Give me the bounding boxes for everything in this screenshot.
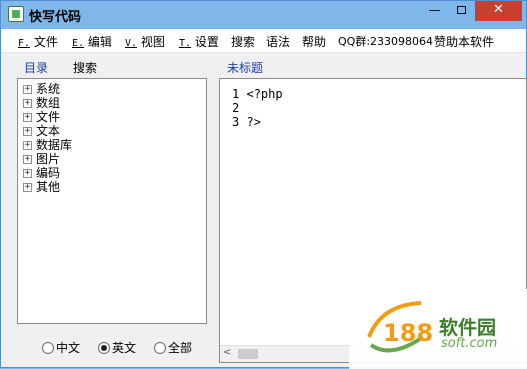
- expand-icon[interactable]: +: [23, 182, 32, 192]
- code-line[interactable]: 2: [232, 101, 246, 115]
- radio-chinese[interactable]: 中文: [42, 339, 80, 356]
- tree-item-label: 数据库: [36, 138, 73, 152]
- scroll-thumb[interactable]: [238, 349, 258, 359]
- menu-edit-mnemonic: E.: [72, 38, 85, 49]
- tree-item-image[interactable]: + 图片: [23, 152, 60, 166]
- radio-all-label: 全部: [168, 341, 193, 355]
- menu-settings-label: 设置: [194, 35, 219, 49]
- app-icon: [8, 6, 24, 22]
- menu-view-mnemonic: V.: [125, 38, 138, 49]
- tab-directory[interactable]: 目录: [24, 59, 48, 76]
- expand-icon[interactable]: +: [23, 84, 32, 94]
- radio-chinese-label: 中文: [56, 341, 81, 355]
- menu-edit[interactable]: E. 编辑: [72, 33, 112, 50]
- menu-view-label: 视图: [140, 35, 165, 49]
- expand-icon[interactable]: +: [23, 112, 32, 122]
- code-line[interactable]: 1 <?php: [232, 87, 283, 101]
- minimize-button[interactable]: —: [421, 1, 448, 21]
- line-number: 3: [232, 115, 240, 129]
- menu-help[interactable]: 帮助: [302, 33, 326, 50]
- editor-tab-title[interactable]: 未标题: [227, 59, 263, 76]
- menu-search[interactable]: 搜索: [231, 33, 255, 50]
- expand-icon[interactable]: +: [23, 168, 32, 178]
- tree-item-label: 文件: [36, 110, 61, 124]
- directory-tree: + 系统 + 数组 + 文件 + 文本 + 数据库 + 图片 + 编码 + 其他: [17, 78, 207, 324]
- tree-item-encoding[interactable]: + 编码: [23, 166, 60, 180]
- expand-icon[interactable]: +: [23, 126, 32, 136]
- window-title: 快写代码: [29, 10, 82, 25]
- tree-item-text[interactable]: + 文本: [23, 124, 60, 138]
- tree-item-label: 数组: [36, 96, 61, 110]
- watermark-logo-icon: 188: [367, 301, 433, 353]
- line-text: <?php: [246, 87, 283, 101]
- close-button[interactable]: ✕: [475, 1, 522, 21]
- menu-syntax[interactable]: 语法: [266, 33, 290, 50]
- menu-file[interactable]: F. 文件: [18, 33, 58, 50]
- menu-file-mnemonic: F.: [18, 38, 31, 49]
- menu-settings-mnemonic: T.: [179, 38, 192, 49]
- tree-item-system[interactable]: + 系统: [23, 82, 60, 96]
- menu-edit-label: 编辑: [87, 35, 112, 49]
- line-text: ?>: [246, 115, 261, 129]
- scroll-left-icon[interactable]: <: [223, 347, 231, 358]
- radio-english-label: 英文: [112, 341, 137, 355]
- tree-item-label: 系统: [36, 82, 61, 96]
- code-line[interactable]: 3 ?>: [232, 115, 261, 129]
- app-window: 快写代码 — ✕ F. 文件 E. 编辑 V. 视图 T. 设置 搜索 语法 帮…: [0, 0, 527, 369]
- maximize-button[interactable]: [448, 1, 475, 21]
- expand-icon[interactable]: +: [23, 140, 32, 150]
- tree-item-label: 文本: [36, 124, 61, 138]
- watermark: 188 软件园 soft.com: [349, 289, 527, 369]
- tree-item-database[interactable]: + 数据库: [23, 138, 72, 152]
- menu-qq-group[interactable]: QQ群:233098064: [338, 33, 433, 49]
- watermark-domain: soft.com: [441, 336, 498, 351]
- radio-chinese-circle[interactable]: [42, 341, 54, 354]
- tree-item-label: 图片: [36, 152, 61, 166]
- menu-bar: F. 文件 E. 编辑 V. 视图 T. 设置 搜索 语法 帮助 QQ群:233…: [1, 29, 526, 53]
- watermark-logo-number: 188: [383, 319, 433, 347]
- tree-item-other[interactable]: + 其他: [23, 180, 60, 194]
- menu-settings[interactable]: T. 设置: [179, 33, 219, 50]
- tab-search[interactable]: 搜索: [73, 59, 97, 76]
- tree-item-array[interactable]: + 数组: [23, 96, 60, 110]
- radio-english-circle[interactable]: [98, 341, 110, 354]
- expand-icon[interactable]: +: [23, 154, 32, 164]
- tree-item-label: 其他: [36, 180, 61, 194]
- maximize-icon: [457, 6, 466, 14]
- expand-icon[interactable]: +: [23, 98, 32, 108]
- tree-item-file[interactable]: + 文件: [23, 110, 60, 124]
- radio-all[interactable]: 全部: [154, 339, 192, 356]
- line-number: 1: [232, 87, 240, 101]
- line-number: 2: [232, 101, 240, 115]
- radio-all-circle[interactable]: [154, 341, 166, 354]
- radio-english[interactable]: 英文: [98, 339, 136, 356]
- title-bar[interactable]: 快写代码 — ✕: [1, 1, 526, 29]
- menu-donate[interactable]: 赞助本软件: [434, 33, 494, 50]
- menu-file-label: 文件: [33, 35, 58, 49]
- menu-view[interactable]: V. 视图: [125, 33, 165, 50]
- tree-item-label: 编码: [36, 166, 61, 180]
